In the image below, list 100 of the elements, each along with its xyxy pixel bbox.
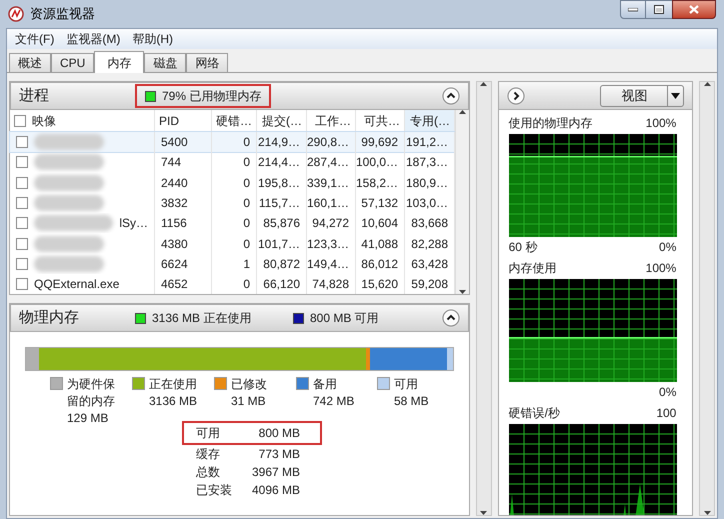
table-cell: 0: [212, 172, 257, 193]
close-icon: [689, 5, 699, 14]
checkbox[interactable]: [16, 136, 28, 148]
table-cell: 0: [212, 192, 257, 214]
table-cell: 74,828: [307, 274, 356, 294]
menu-item[interactable]: 监视器(M): [66, 30, 120, 48]
scroll-down-icon[interactable]: [459, 290, 466, 294]
collapse-icon[interactable]: [442, 309, 460, 328]
maximize-icon: [654, 5, 664, 14]
scroll-up-icon[interactable]: [704, 82, 711, 86]
section-title: 物理内存: [19, 308, 80, 328]
table-cell: 339,1…: [307, 172, 356, 193]
scrollbar[interactable]: [699, 81, 715, 516]
table-cell: 0: [212, 274, 257, 294]
dropdown-icon[interactable]: [671, 92, 680, 98]
minimize-button[interactable]: [620, 0, 646, 19]
total-label: 总数: [196, 464, 221, 482]
table-cell: 66,120: [257, 274, 307, 294]
view-button[interactable]: 视图: [600, 84, 684, 106]
table-cell: 195,8…: [257, 172, 307, 193]
checkbox[interactable]: [16, 176, 28, 189]
table-cell: 41,088: [356, 233, 405, 254]
checkbox[interactable]: [16, 217, 28, 230]
axis-min-label: 0%: [659, 384, 676, 401]
checkbox[interactable]: [16, 278, 28, 290]
redacted-blur: [34, 236, 104, 252]
redacted-blur: [34, 154, 104, 170]
table-cell: 15,620: [356, 274, 405, 294]
table-cell: 57,132: [356, 192, 405, 214]
legend-value: 31 MB: [231, 393, 267, 410]
table-cell: 1156: [155, 213, 212, 234]
column-label: 映像: [32, 112, 56, 130]
legend-value: 742 MB: [313, 393, 354, 410]
table-cell: 2440: [155, 172, 212, 193]
legend-label: 备用: [313, 376, 338, 394]
close-button[interactable]: [672, 0, 716, 19]
checkbox[interactable]: [14, 114, 26, 126]
column-header[interactable]: 专用(…: [405, 110, 455, 131]
tab[interactable]: CPU: [51, 53, 94, 72]
table-cell: 287,4…: [307, 152, 356, 173]
menu-item[interactable]: 文件(F): [15, 30, 54, 48]
total-value: 773 MB: [258, 446, 300, 464]
selected-row[interactable]: 5400 0 214,9… 290,8… 99,692 191,2…: [10, 132, 455, 152]
maximize-button[interactable]: [646, 0, 672, 19]
axis-max-label: 100%: [646, 260, 676, 277]
table-cell: 4652: [155, 274, 212, 294]
table-cell: 6624: [155, 254, 212, 274]
table-cell: 149,4…: [307, 254, 356, 274]
legend-swatch: [145, 90, 156, 102]
scrollbar[interactable]: [476, 81, 492, 516]
scrollbar[interactable]: [455, 110, 469, 294]
table-cell: 160,1…: [307, 192, 356, 214]
checkbox[interactable]: [16, 156, 28, 168]
tab[interactable]: 磁盘: [144, 53, 186, 72]
checkbox[interactable]: [16, 238, 28, 250]
expand-icon[interactable]: [506, 86, 525, 104]
legend-label: 可用: [394, 376, 419, 394]
scroll-up-icon[interactable]: [480, 82, 488, 86]
time-span-label: 60 秒: [508, 239, 538, 256]
scroll-down-icon[interactable]: [704, 511, 711, 515]
window-title: 资源监视器: [30, 5, 95, 24]
badge-label: 3136 MB 正在使用: [152, 310, 252, 328]
tab[interactable]: 网络: [186, 53, 228, 72]
checkbox[interactable]: [16, 197, 28, 210]
legend-label: 已修改: [231, 376, 267, 394]
table-cell: 99,692: [356, 132, 405, 152]
redacted-blur: [34, 195, 104, 212]
total-label: 可用: [196, 425, 221, 442]
redacted-blur: [34, 256, 104, 272]
axis-max-label: 100%: [646, 115, 676, 132]
legend-label: 正在使用: [149, 376, 198, 394]
total-label: 缓存: [196, 446, 221, 464]
table-cell: 85,876: [257, 213, 307, 234]
legend-value: 58 MB: [394, 393, 429, 410]
collapse-icon[interactable]: [442, 87, 460, 105]
table-cell: 94,272: [307, 213, 356, 234]
tab[interactable]: 内存: [94, 51, 144, 73]
graph-title: 内存使用: [508, 260, 557, 277]
table-cell: 214,9…: [257, 132, 307, 152]
redacted-blur: [34, 134, 104, 150]
graph-title: 硬错误/秒: [508, 405, 560, 422]
table-cell: 4380: [155, 233, 212, 254]
table-cell: 115,7…: [257, 192, 307, 214]
minimize-icon: [628, 8, 638, 12]
menu-item[interactable]: 帮助(H): [132, 30, 173, 48]
table-cell: 0: [212, 233, 257, 254]
scroll-down-icon[interactable]: [480, 511, 488, 515]
total-value: 3967 MB: [250, 464, 300, 482]
total-value: 800 MB: [258, 425, 300, 442]
total-value: 4096 MB: [250, 482, 300, 500]
tab[interactable]: 概述: [9, 53, 51, 72]
table-cell: 0: [212, 132, 257, 152]
section-title: 进程: [19, 86, 50, 106]
checkbox[interactable]: [16, 258, 28, 270]
table-cell: 214,4…: [257, 152, 307, 173]
table-cell: 1: [212, 254, 257, 274]
table-cell: 290,8…: [307, 132, 356, 152]
table-cell: 123,3…: [307, 233, 356, 254]
legend-value: 3136 MB: [149, 393, 198, 410]
table-cell: 744: [155, 152, 212, 173]
